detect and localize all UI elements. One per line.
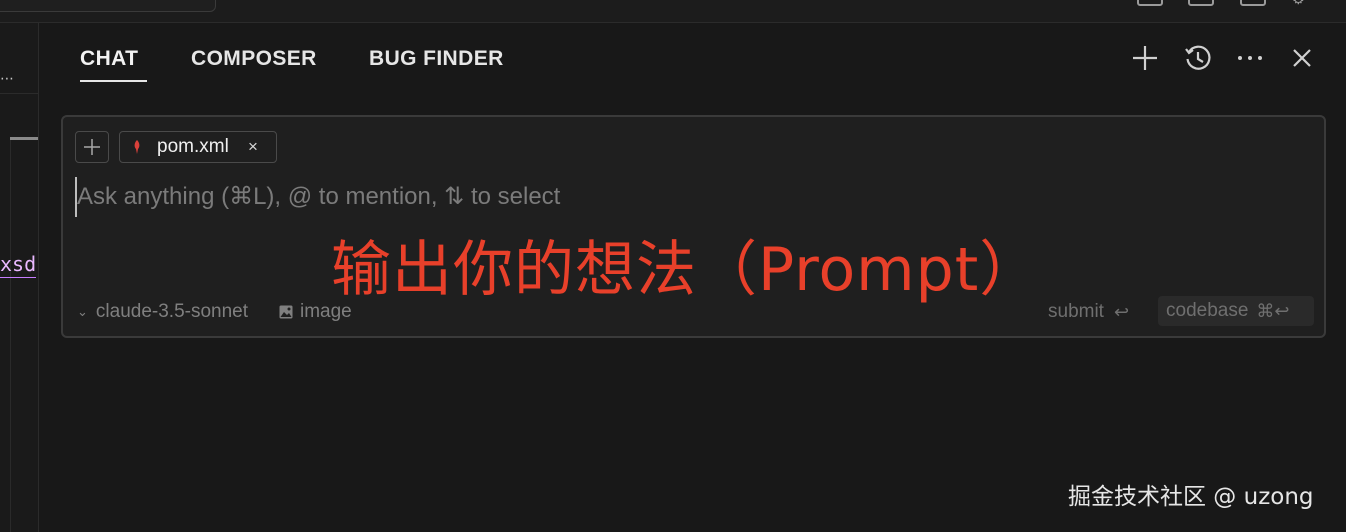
image-label: image (300, 301, 352, 322)
context-chip[interactable]: pom.xml × (119, 131, 277, 163)
code-text: xsd (0, 252, 37, 278)
submit-label: submit (1048, 301, 1104, 322)
image-button[interactable]: image (279, 301, 352, 323)
tab-chat[interactable]: CHAT (80, 44, 138, 74)
watermark: 掘金技术社区 @ uzong (1068, 484, 1314, 510)
prompt-input[interactable] (75, 177, 1277, 217)
history-button[interactable] (1182, 42, 1214, 74)
scrollbar-thumb[interactable] (10, 137, 38, 140)
chat-input-card: pom.xml × 输出你的想法（Prompt） ⌄ claude-3.5-so… (61, 115, 1326, 338)
annotation-text: 输出你的想法（Prompt） (331, 235, 1041, 305)
model-name: claude-3.5-sonnet (95, 301, 249, 322)
settings-gear-icon[interactable]: ⚙ (1292, 0, 1310, 6)
model-selector[interactable]: ⌄ claude-3.5-sonnet (77, 301, 248, 323)
enter-key-icon: ↩ (1113, 301, 1130, 322)
more-button[interactable] (1234, 42, 1266, 74)
chevron-down-icon: ⌄ (77, 304, 88, 319)
tab-bug-finder[interactable]: BUG FINDER (369, 44, 504, 74)
submit-button[interactable]: submit ↩ (1048, 301, 1129, 323)
toggle-sidebar-icon[interactable] (1137, 0, 1163, 6)
toggle-aux-bar-icon[interactable] (1240, 0, 1266, 6)
new-chat-button[interactable] (1129, 42, 1161, 74)
close-panel-button[interactable] (1286, 42, 1318, 74)
editor-more-icon[interactable]: ⋯ (0, 71, 14, 85)
maven-feather-icon (134, 140, 140, 154)
chat-panel-window: ⚙ ⋯ xsd CHAT COMPOSER BUG FINDER (0, 0, 1346, 532)
codebase-label: codebase (1166, 300, 1249, 321)
title-bar: ⚙ (0, 0, 1346, 23)
editor-pane: ⋯ xsd (0, 23, 39, 532)
command-center-field[interactable] (0, 0, 216, 12)
image-icon (279, 305, 293, 319)
plus-icon (84, 139, 100, 155)
remove-context-icon[interactable]: × (248, 137, 258, 157)
codebase-button[interactable]: codebase ⌘↩ (1158, 296, 1314, 326)
scrollbar-track (10, 140, 11, 532)
toggle-panel-icon[interactable] (1188, 0, 1214, 6)
add-context-button[interactable] (75, 131, 109, 163)
cmd-enter-key-icon: ⌘↩ (1256, 300, 1290, 321)
history-icon (1185, 45, 1211, 70)
context-chip-label: pom.xml (157, 136, 229, 157)
plus-icon (1133, 46, 1157, 70)
active-tab-indicator (80, 80, 147, 82)
divider (0, 93, 38, 94)
tab-composer[interactable]: COMPOSER (191, 44, 317, 74)
close-icon (1293, 49, 1311, 67)
more-horizontal-icon (1238, 56, 1262, 60)
